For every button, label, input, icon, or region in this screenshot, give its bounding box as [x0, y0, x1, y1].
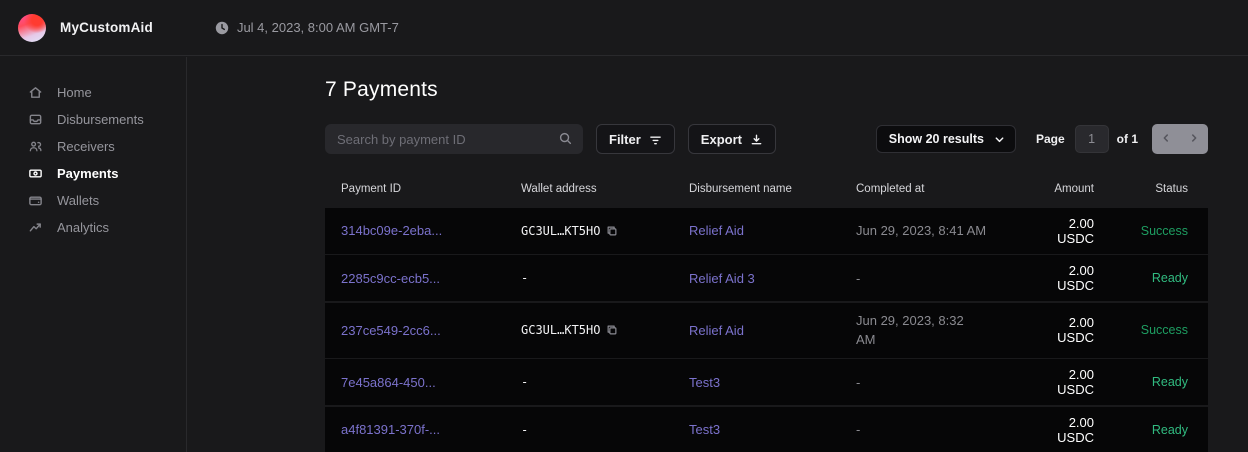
completed-at: -: [856, 375, 860, 390]
sidebar-item-label: Receivers: [57, 139, 115, 154]
results-select-value: Show 20 results: [889, 132, 984, 146]
search-input[interactable]: [325, 124, 583, 154]
home-icon: [27, 84, 43, 100]
filter-button[interactable]: Filter: [596, 124, 675, 154]
download-icon: [750, 133, 763, 146]
toolbar: Filter Export Show 20 results Page of 1: [325, 124, 1208, 154]
sidebar-item-label: Payments: [57, 166, 118, 181]
sidebar-item-disbursements[interactable]: Disbursements: [0, 106, 186, 132]
page-title: 7 Payments: [325, 78, 1208, 102]
sidebar-item-payments[interactable]: Payments: [0, 160, 186, 186]
copy-icon[interactable]: [606, 225, 618, 237]
next-page-button[interactable]: [1183, 129, 1205, 149]
sidebar-item-label: Home: [57, 85, 92, 100]
table-row: 2285c9cc-ecb5... - Relief Aid 3 - 2.00 U…: [325, 255, 1208, 301]
column-header-disbursement-name: Disbursement name: [673, 183, 840, 195]
search-icon: [558, 131, 573, 151]
table-row: a4f81391-370f-... - Test3 - 2.00 USDC Re…: [325, 407, 1208, 452]
status-badge: Success: [1110, 216, 1208, 246]
page-label: Page: [1036, 132, 1065, 146]
sidebar-item-label: Analytics: [57, 220, 109, 235]
disbursement-link[interactable]: Test3: [689, 422, 720, 437]
chevron-down-icon: [994, 134, 1005, 145]
disbursements-icon: [27, 111, 43, 127]
brand-name: MyCustomAid: [60, 20, 153, 35]
status-badge: Success: [1110, 315, 1208, 345]
page-number-input[interactable]: [1075, 125, 1109, 153]
column-header-completed-at: Completed at: [840, 183, 1014, 195]
wallet-address: GC3UL…KT5HO: [521, 323, 600, 337]
completed-at: Jun 29, 2023, 8:41 AM: [856, 223, 986, 238]
clock-icon: [215, 21, 229, 35]
export-button[interactable]: Export: [688, 124, 776, 154]
payments-table: Payment ID Wallet address Disbursement n…: [325, 172, 1208, 452]
sidebar-item-receivers[interactable]: Receivers: [0, 133, 186, 159]
completed-at: Jun 29, 2023, 8:32 AM: [856, 311, 974, 350]
payment-id-link[interactable]: 237ce549-2cc6...: [341, 323, 441, 338]
topbar: MyCustomAid Jul 4, 2023, 8:00 AM GMT-7: [0, 0, 1248, 56]
receivers-icon: [27, 138, 43, 154]
completed-at: -: [856, 422, 860, 437]
table-body: 314bc09e-2eba... GC3UL…KT5HO Relief Aid …: [325, 208, 1208, 452]
table-row: 314bc09e-2eba... GC3UL…KT5HO Relief Aid …: [325, 208, 1208, 254]
disbursement-link[interactable]: Relief Aid: [689, 323, 744, 338]
disbursement-link[interactable]: Test3: [689, 375, 720, 390]
column-header-payment-id: Payment ID: [325, 183, 505, 195]
filter-icon: [649, 133, 662, 146]
payment-id-link[interactable]: a4f81391-370f-...: [341, 422, 440, 437]
page-of-label: of 1: [1117, 132, 1138, 146]
sidebar-item-analytics[interactable]: Analytics: [0, 214, 186, 240]
amount: 2.00 USDC: [1014, 407, 1110, 452]
analytics-icon: [27, 219, 43, 235]
sidebar-item-home[interactable]: Home: [0, 79, 186, 105]
prev-page-button[interactable]: [1155, 129, 1177, 149]
table-header: Payment ID Wallet address Disbursement n…: [325, 172, 1208, 206]
status-badge: Ready: [1110, 367, 1208, 397]
app-logo: [18, 14, 46, 42]
sidebar-item-label: Disbursements: [57, 112, 144, 127]
payments-icon: [27, 165, 43, 181]
column-header-status: Status: [1110, 183, 1208, 195]
disbursement-link[interactable]: Relief Aid 3: [689, 271, 755, 286]
filter-button-label: Filter: [609, 132, 641, 147]
payment-id-link[interactable]: 2285c9cc-ecb5...: [341, 271, 440, 286]
payment-id-link[interactable]: 7e45a864-450...: [341, 375, 436, 390]
column-header-amount: Amount: [1014, 183, 1110, 195]
sidebar-item-wallets[interactable]: Wallets: [0, 187, 186, 213]
wallets-icon: [27, 192, 43, 208]
payment-id-link[interactable]: 314bc09e-2eba...: [341, 223, 442, 238]
export-button-label: Export: [701, 132, 742, 147]
results-per-page-select[interactable]: Show 20 results: [876, 125, 1016, 153]
status-badge: Ready: [1110, 415, 1208, 445]
copy-icon[interactable]: [606, 324, 618, 336]
wallet-address: -: [521, 423, 528, 437]
amount: 2.00 USDC: [1014, 208, 1110, 254]
sidebar: Home Disbursements Receivers Payments Wa…: [0, 57, 187, 452]
status-badge: Ready: [1110, 263, 1208, 293]
column-header-wallet-address: Wallet address: [505, 183, 673, 195]
amount: 2.00 USDC: [1014, 359, 1110, 405]
main-content: 7 Payments Filter Export Show 20 results: [188, 57, 1248, 452]
search-box: [325, 124, 583, 154]
wallet-address: GC3UL…KT5HO: [521, 224, 600, 238]
amount: 2.00 USDC: [1014, 255, 1110, 301]
wallet-address: -: [521, 375, 528, 389]
pagination-controls: [1152, 124, 1208, 154]
sidebar-item-label: Wallets: [57, 193, 99, 208]
datetime-text: Jul 4, 2023, 8:00 AM GMT-7: [237, 20, 399, 35]
wallet-address: -: [521, 271, 528, 285]
table-row: 237ce549-2cc6... GC3UL…KT5HO Relief Aid …: [325, 303, 1208, 358]
completed-at: -: [856, 271, 860, 286]
topbar-datetime: Jul 4, 2023, 8:00 AM GMT-7: [215, 20, 399, 35]
table-row: 7e45a864-450... - Test3 - 2.00 USDC Read…: [325, 359, 1208, 405]
disbursement-link[interactable]: Relief Aid: [689, 223, 744, 238]
amount: 2.00 USDC: [1014, 307, 1110, 353]
